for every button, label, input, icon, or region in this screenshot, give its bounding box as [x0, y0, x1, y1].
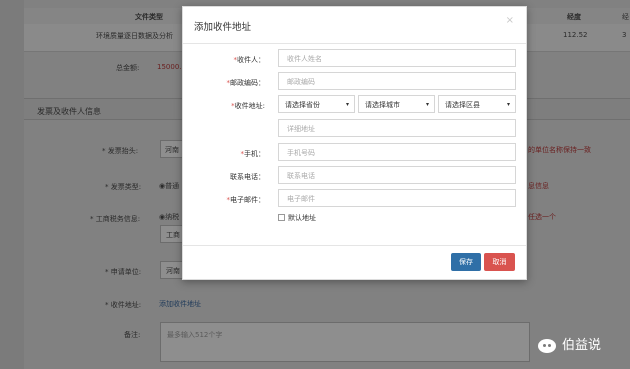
province-select[interactable]: 请选择省份 ▾: [278, 95, 355, 113]
column-extra: 经: [622, 13, 629, 21]
city-select[interactable]: 请选择城市 ▾: [358, 95, 435, 113]
chevron-down-icon: ▾: [425, 101, 429, 108]
chevron-down-icon: ▾: [506, 101, 510, 108]
tax-info-sub: 工商: [166, 231, 180, 239]
total-amount-label: 总金额:: [116, 64, 140, 72]
default-address-label: 默认地址: [288, 214, 316, 222]
invoice-title-hint: 的单位名称保持一致: [528, 146, 591, 154]
close-icon[interactable]: ×: [506, 15, 514, 26]
add-address-link[interactable]: 添加收件地址: [159, 299, 201, 309]
chat-icon: [538, 338, 556, 353]
remark-textarea[interactable]: [160, 322, 530, 362]
chevron-down-icon: ▾: [345, 101, 349, 108]
email-label: *电子邮件：: [183, 195, 266, 205]
address-label: *收件地址:: [183, 101, 265, 111]
tax-info-hint: 任选一个: [528, 213, 556, 221]
remark-placeholder: 最多输入512个字: [167, 331, 223, 339]
invoice-type-label: * 发票类型:: [105, 183, 142, 191]
watermark: 伯益说: [538, 334, 601, 353]
recipient-address-label: * 收件地址:: [105, 301, 142, 309]
cancel-button[interactable]: 取消: [484, 253, 515, 271]
phone-label: 联系电话：: [230, 173, 265, 181]
cell-extra: 3: [622, 31, 627, 39]
modal-title: 添加收件地址: [194, 22, 252, 33]
tax-info-radio[interactable]: ◉纳税: [159, 212, 179, 222]
mobile-label: *手机：: [183, 149, 266, 159]
detail-address-input[interactable]: 详细地址: [278, 119, 516, 137]
applicant-label: * 申请单位:: [105, 268, 142, 276]
remark-label: 备注:: [124, 331, 141, 339]
email-input[interactable]: 电子邮件: [278, 189, 516, 207]
invoice-title-label: * 发票抬头:: [102, 147, 139, 155]
add-address-modal: 添加收件地址 × *收件人： 收件人姓名 *邮政编码： 邮政编码 *收件地址: …: [182, 6, 527, 280]
email-label-text: 电子邮件：: [230, 196, 265, 204]
cell-longitude: 112.52: [563, 31, 588, 39]
district-select-value: 请选择区县: [445, 101, 480, 109]
tax-info-label: * 工商税务信息:: [90, 215, 141, 223]
invoice-type-hint: 息信息: [528, 182, 549, 190]
province-select-value: 请选择省份: [285, 101, 320, 109]
postal-code-label-text: 邮政编码：: [230, 79, 265, 87]
address-label-text: 收件地址:: [234, 102, 265, 110]
modal-footer-divider: [183, 245, 526, 246]
recipient-name-label: *收件人：: [183, 55, 266, 65]
default-address-checkbox[interactable]: [278, 214, 285, 221]
watermark-text: 伯益说: [562, 338, 602, 353]
section-title: 发票及收件人信息: [37, 107, 101, 116]
column-file-type: 文件类型: [135, 13, 163, 21]
modal-header-divider: [183, 43, 526, 44]
cell-file-type: 环境质量逐日数据及分析: [96, 32, 173, 40]
city-select-value: 请选择城市: [365, 101, 400, 109]
postal-code-input[interactable]: 邮政编码: [278, 72, 516, 90]
column-longitude: 经度: [567, 13, 581, 21]
phone-input[interactable]: 联系电话: [278, 166, 516, 184]
save-button[interactable]: 保存: [451, 253, 481, 271]
recipient-name-input[interactable]: 收件人姓名: [278, 49, 516, 67]
postal-code-label: *邮政编码：: [183, 78, 266, 88]
district-select[interactable]: 请选择区县 ▾: [438, 95, 516, 113]
recipient-name-label-text: 收件人：: [237, 56, 265, 64]
mobile-label-text: 手机：: [244, 150, 265, 158]
applicant-value: 河南: [166, 267, 180, 275]
invoice-type-radio[interactable]: ◉普通: [159, 181, 179, 191]
invoice-title-value: 河南: [165, 146, 179, 154]
mobile-input[interactable]: 手机号码: [278, 143, 516, 161]
